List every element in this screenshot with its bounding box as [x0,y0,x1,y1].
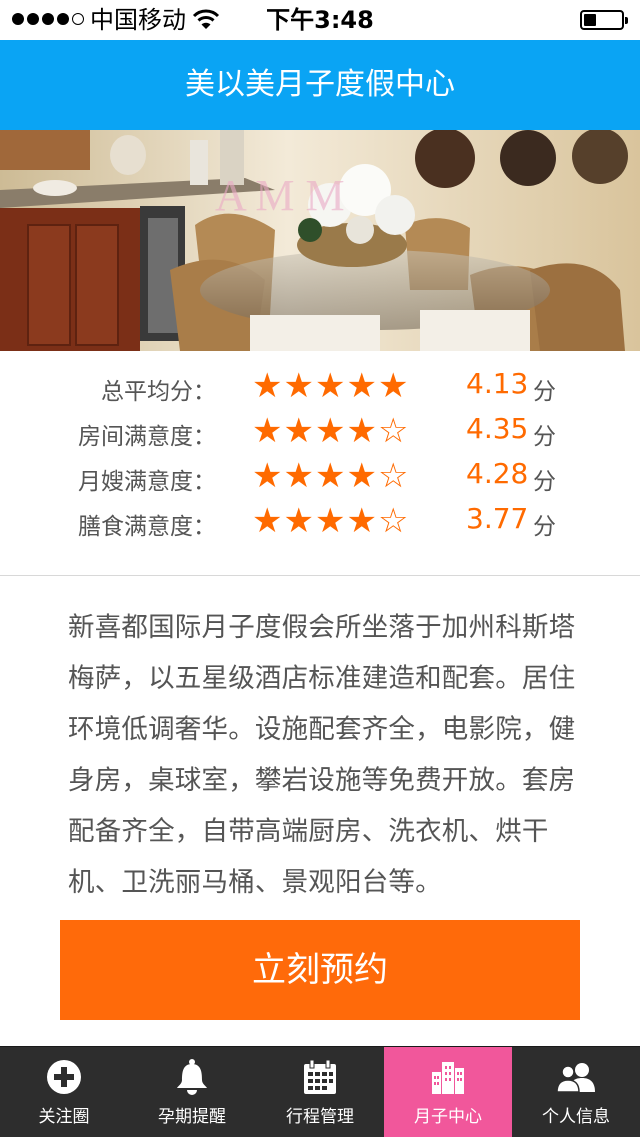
rating-label: 房间满意度： [78,424,216,450]
star-filled-icon: ★ [346,366,378,406]
tab-label: 孕期提醒 [158,1107,226,1127]
rating-unit: 分 [533,469,556,495]
star-rating: ★★★★☆ [252,454,409,498]
star-rating: ★★★★☆ [252,409,409,453]
bell-icon [128,1057,256,1097]
rating-unit: 分 [533,379,556,405]
star-filled-icon: ★ [314,366,347,406]
hero-image: A M M [0,130,640,351]
tab-pregnancy-reminder[interactable]: 孕期提醒 [128,1047,256,1137]
page-title: 美以美月子度假中心 [185,67,455,102]
divider [0,575,640,576]
calendar-icon [256,1057,384,1097]
rating-score: 3.77 [466,502,529,535]
tab-label: 个人信息 [542,1107,610,1127]
star-filled-icon: ★ [283,456,315,496]
rating-score: 4.35 [466,412,529,445]
tab-profile[interactable]: 个人信息 [512,1047,640,1137]
ratings-panel: 总平均分： ★★★★★ 4.13 分房间满意度： ★★★★☆ 4.35 分月嫂满意度： ★★★… [0,364,640,544]
star-filled-icon: ★ [346,411,378,451]
tab-label: 关注圈 [38,1107,90,1127]
users-icon [512,1057,640,1097]
star-rating: ★★★★☆ [252,499,409,543]
star-filled-icon: ★ [252,366,284,406]
rating-score: 4.28 [466,457,529,490]
book-now-button[interactable]: 立刻预约 [60,920,580,1020]
center-description: 新喜都国际月子度假会所坐落于加州科斯塔梅萨，以五星级酒店标准建造和配套。居住环境… [68,612,576,898]
tab-bar: 关注圈 孕期提醒 行程管理 月子中心 个人信息 [0,1046,640,1137]
star-filled-icon: ★ [314,501,347,541]
star-filled-icon: ★ [252,411,284,451]
rating-score: 4.13 [466,367,529,400]
buildings-icon [384,1057,512,1097]
star-filled-icon: ★ [346,501,378,541]
star-rating: ★★★★★ [252,364,409,408]
tab-label: 月子中心 [414,1107,482,1127]
tab-follow-circle[interactable]: 关注圈 [0,1047,128,1137]
status-time: 下午3:48 [266,6,374,34]
status-bar: 中国移动 下午3:48 [0,0,640,40]
star-filled-icon: ★ [283,366,315,406]
rating-unit: 分 [533,514,556,540]
battery-icon [580,10,628,30]
rating-row: 总平均分： ★★★★★ 4.13 分 [0,364,640,409]
star-filled-icon: ★ [346,456,378,496]
rating-row: 月嫂满意度： ★★★★☆ 4.28 分 [0,454,640,499]
watermark-text: A M M [215,171,345,220]
star-filled-icon: ★ [283,501,315,541]
rating-label: 总平均分： [101,379,216,405]
star-empty-icon: ☆ [377,411,410,451]
star-filled-icon: ★ [283,411,315,451]
tab-label: 行程管理 [286,1107,354,1127]
star-filled-icon: ★ [377,366,410,406]
star-filled-icon: ★ [314,456,347,496]
star-filled-icon: ★ [252,456,284,496]
star-filled-icon: ★ [314,411,347,451]
star-filled-icon: ★ [252,501,284,541]
rating-row: 房间满意度： ★★★★☆ 4.35 分 [0,409,640,454]
rating-unit: 分 [533,424,556,450]
rating-row: 膳食满意度： ★★★★☆ 3.77 分 [0,499,640,544]
tab-schedule[interactable]: 行程管理 [256,1047,384,1137]
tab-confinement-center[interactable]: 月子中心 [384,1047,512,1137]
plus-circle-icon [0,1057,128,1097]
rating-label: 膳食满意度： [78,514,216,540]
star-empty-icon: ☆ [377,501,410,541]
dining-room-photo: A M M [0,130,640,351]
rating-label: 月嫂满意度： [78,469,216,495]
nav-bar: 美以美月子度假中心 [0,40,640,130]
star-empty-icon: ☆ [377,456,410,496]
